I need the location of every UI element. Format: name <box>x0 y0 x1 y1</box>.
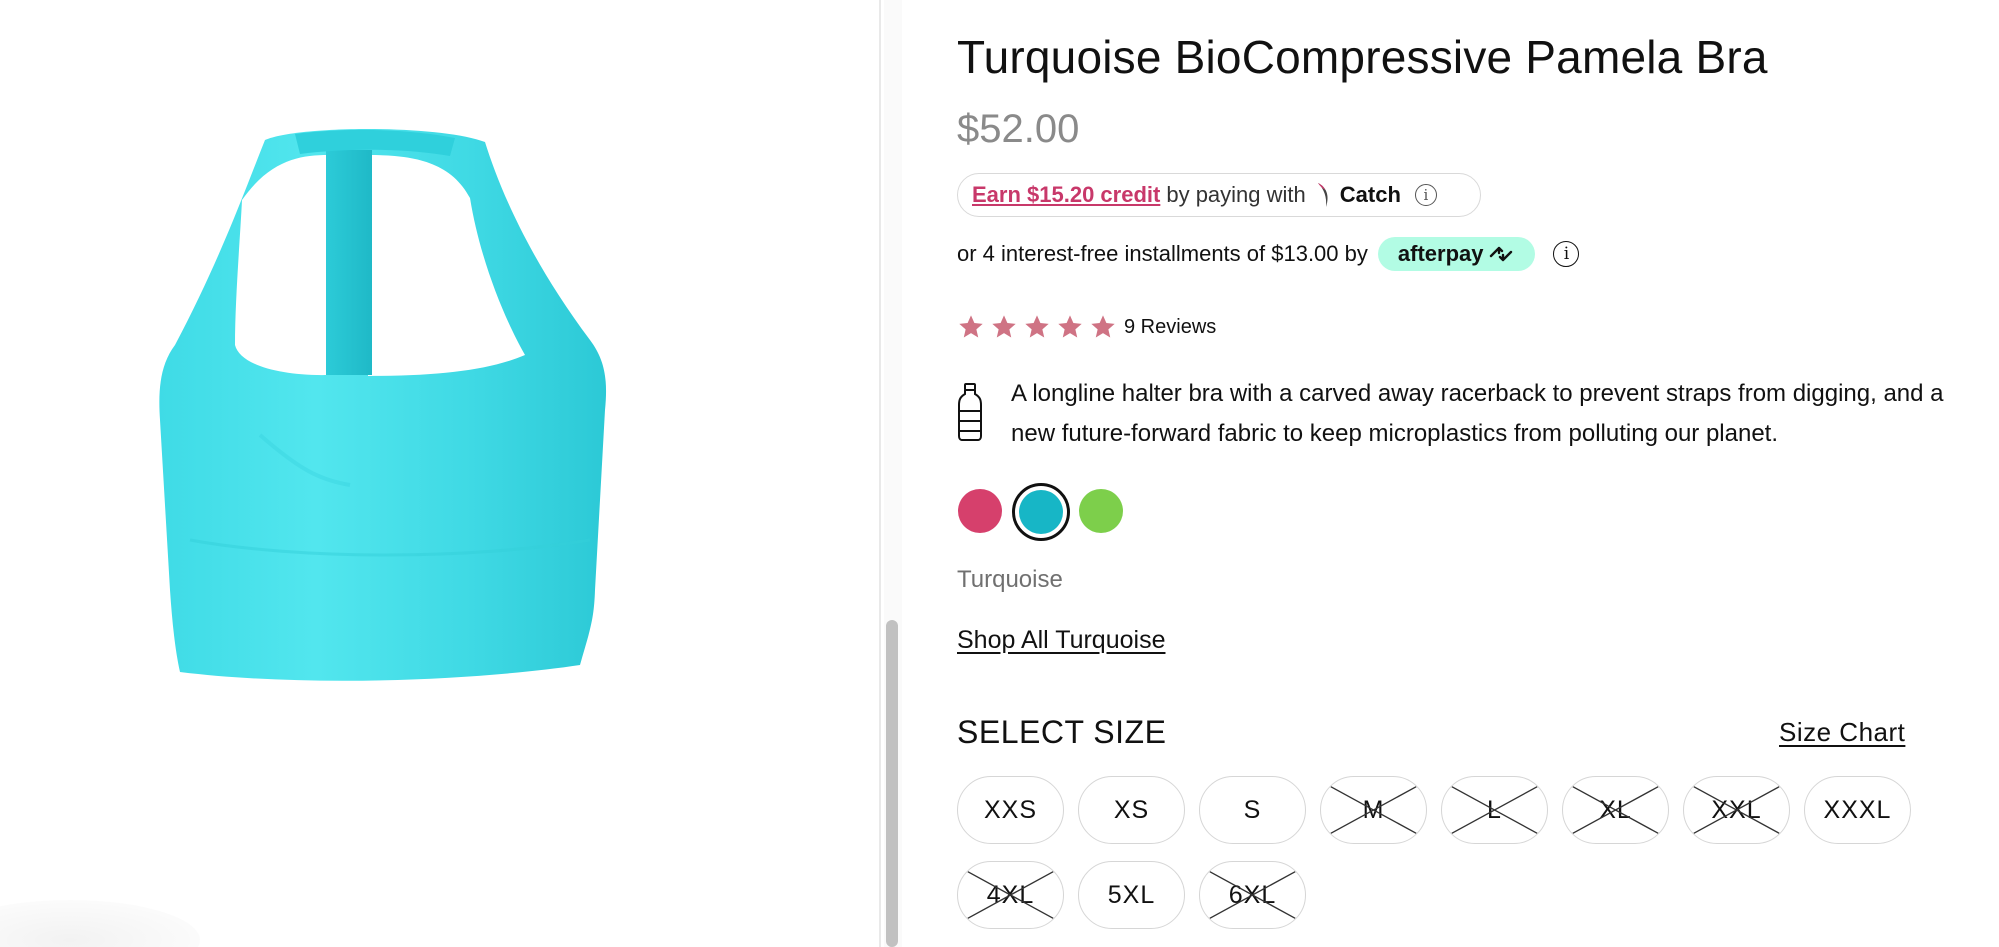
size-option-4xl-unavailable[interactable]: 4XL <box>957 861 1064 929</box>
size-option-s[interactable]: S <box>1199 776 1306 844</box>
product-gallery <box>0 0 880 947</box>
image-shadow <box>0 900 200 947</box>
unavailable-cross-icon <box>1572 786 1659 834</box>
size-label: XXXL <box>1823 795 1892 824</box>
product-description: A longline halter bra with a carved away… <box>1011 380 1944 447</box>
earn-credit-link[interactable]: Earn $15.20 credit <box>972 182 1160 208</box>
size-label: S <box>1243 795 1262 824</box>
afterpay-text: or 4 interest-free installments of $13.0… <box>957 241 1368 266</box>
unavailable-cross-icon <box>967 871 1054 919</box>
color-swatch-green[interactable] <box>1079 489 1123 533</box>
panel-divider <box>879 0 881 947</box>
water-bottle-icon <box>958 383 982 441</box>
afterpay-row: or 4 interest-free installments of $13.0… <box>957 236 1580 272</box>
afterpay-badge[interactable]: afterpay <box>1377 237 1536 271</box>
catch-credit-banner: Earn $15.20 credit by paying with Catch … <box>957 173 1481 217</box>
size-option-xxl-unavailable[interactable]: XXL <box>1683 776 1790 844</box>
catch-brand: Catch <box>1339 182 1401 207</box>
star-icon <box>959 315 983 338</box>
size-option-5xl[interactable]: 5XL <box>1078 861 1185 929</box>
select-size-heading: SELECT SIZE <box>957 714 1167 750</box>
size-option-xs[interactable]: XS <box>1078 776 1185 844</box>
size-label: XS <box>1113 795 1150 824</box>
star-icon <box>1058 315 1082 338</box>
reviews-count-link[interactable]: 9 Reviews <box>1124 316 1216 339</box>
star-icon <box>992 315 1016 338</box>
product-price: $52.00 <box>957 107 1080 151</box>
unavailable-cross-icon <box>1451 786 1538 834</box>
shop-all-color-link[interactable]: Shop All Turquoise <box>957 626 1165 655</box>
afterpay-info-icon[interactable]: i <box>1553 241 1580 267</box>
size-option-xl-unavailable[interactable]: XL <box>1562 776 1669 844</box>
catch-middle-text: by paying with <box>1166 182 1306 207</box>
product-details: Turquoise BioCompressive Pamela Bra $52.… <box>957 0 1957 947</box>
star-icon <box>1025 315 1049 338</box>
selected-color-label: Turquoise <box>957 566 1063 593</box>
product-title: Turquoise BioCompressive Pamela Bra <box>957 31 1768 83</box>
size-label: 5XL <box>1107 880 1156 909</box>
size-option-6xl-unavailable[interactable]: 6XL <box>1199 861 1306 929</box>
unavailable-cross-icon <box>1209 871 1296 919</box>
size-chart-link[interactable]: Size Chart <box>1779 717 1905 748</box>
color-swatch-turquoise[interactable] <box>1019 490 1063 534</box>
size-option-xxs[interactable]: XXS <box>957 776 1064 844</box>
rating[interactable]: 9 Reviews <box>957 313 1216 341</box>
size-option-m-unavailable[interactable]: M <box>1320 776 1427 844</box>
product-image[interactable] <box>150 120 630 740</box>
unavailable-cross-icon <box>1693 786 1780 834</box>
star-icon <box>1091 315 1115 338</box>
afterpay-badge-label: afterpay <box>1397 241 1484 266</box>
scrollbar-thumb[interactable] <box>886 620 898 947</box>
catch-info-icon[interactable]: i <box>1414 184 1437 206</box>
size-option-l-unavailable[interactable]: L <box>1441 776 1548 844</box>
afterpay-arrows-icon <box>1490 246 1513 262</box>
size-option-xxxl[interactable]: XXXL <box>1804 776 1911 844</box>
unavailable-cross-icon <box>1330 786 1417 834</box>
catch-logo-icon <box>1314 181 1334 209</box>
size-label: XXS <box>983 795 1038 824</box>
color-swatch-pink[interactable] <box>958 489 1002 533</box>
